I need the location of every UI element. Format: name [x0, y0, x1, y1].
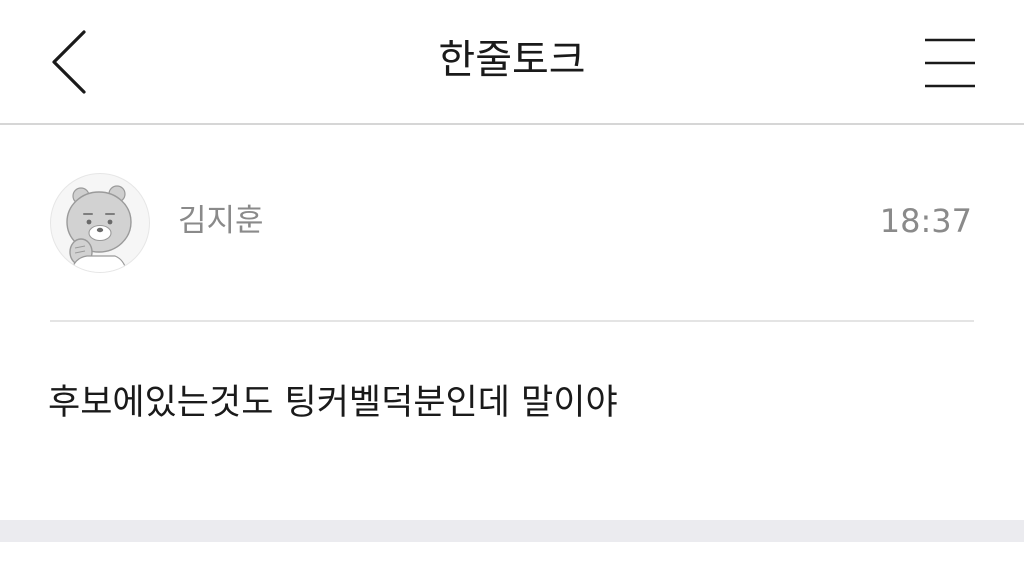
- divider: [50, 320, 974, 322]
- menu-button[interactable]: [914, 30, 986, 96]
- post-timestamp: 18:37: [879, 202, 972, 240]
- bear-character-avatar-icon: [66, 185, 132, 272]
- page-title: 한줄토크: [438, 37, 586, 83]
- hamburger-menu-icon: [925, 38, 975, 88]
- post-card: 김지훈 18:37 후보에있는것도 팅커벨덕분인데 말이야: [0, 125, 1024, 520]
- author-name: 김지훈: [178, 203, 264, 239]
- chevron-left-icon: [52, 30, 86, 94]
- section-separator: [0, 520, 1024, 542]
- top-nav-bar: 한줄토크: [0, 0, 1024, 125]
- screen: 한줄토크 김지훈 18:37 후보에있는것도 팅커벨덕분인데 말이야: [0, 0, 1024, 577]
- post-body-text: 후보에있는것도 팅커벨덕분인데 말이야: [48, 383, 618, 423]
- post-author-row: 김지훈 18:37: [50, 173, 974, 273]
- next-section-top: [0, 542, 1024, 577]
- avatar[interactable]: [50, 173, 150, 273]
- back-button[interactable]: [40, 22, 100, 102]
